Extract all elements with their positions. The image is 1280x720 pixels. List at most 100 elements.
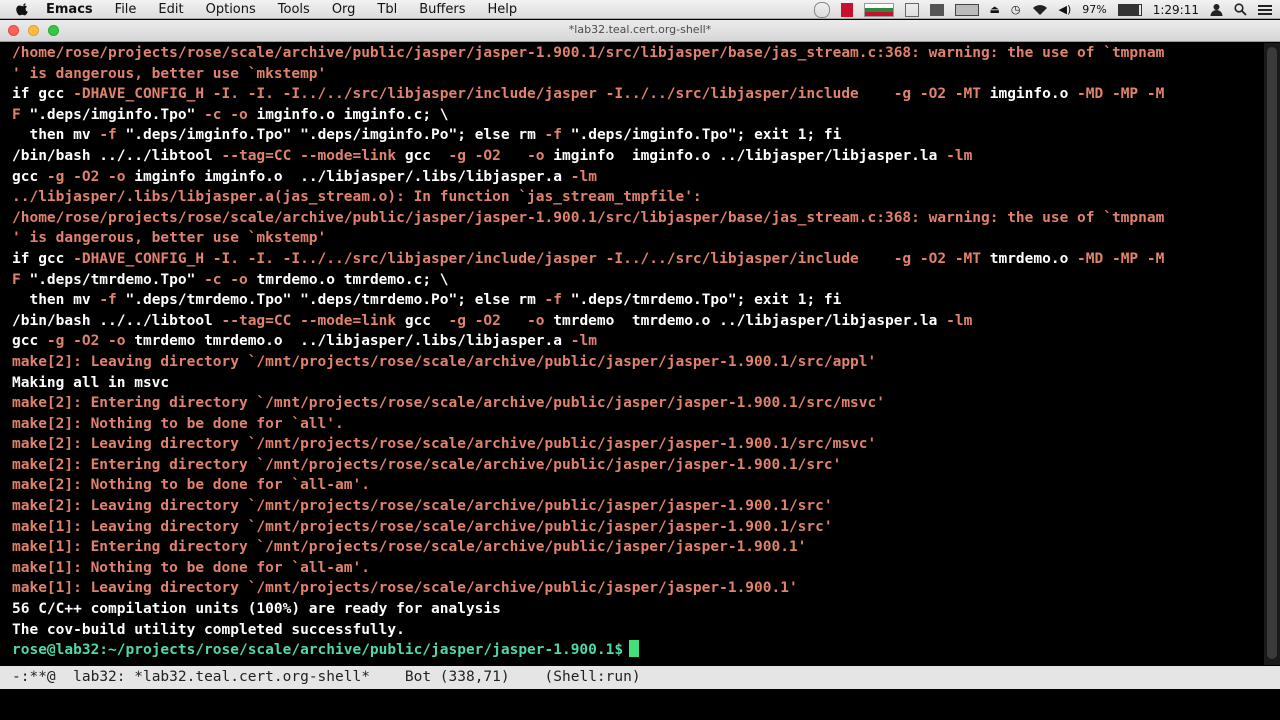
terminal-text: gcc [404, 147, 449, 164]
time-machine-icon[interactable]: ◷ [1011, 3, 1021, 16]
menu-edit[interactable]: Edit [158, 2, 183, 17]
terminal-line: if gcc -DHAVE_CONFIG_H -I. -I. -I../../s… [12, 84, 1264, 105]
terminal-line: /bin/bash ../../libtool --tag=CC --mode=… [12, 146, 1264, 167]
terminal-line: gcc -g -O2 -o tmrdemo tmrdemo.o ../libja… [12, 331, 1264, 352]
status-icon-1[interactable] [813, 1, 830, 18]
status-icon-3[interactable] [929, 3, 944, 16]
terminal-text: -DHAVE_CONFIG_H -I. -I. -I../../src/libj… [73, 250, 990, 267]
terminal-text: make[1]: Nothing to be done for `all-am'… [12, 559, 370, 576]
terminal-text: make[1]: Leaving directory `/mnt/project… [12, 518, 833, 535]
record-icon[interactable] [840, 2, 853, 17]
terminal-text: /bin/bash ../../libtool [12, 312, 222, 329]
apple-icon[interactable] [16, 2, 30, 16]
terminal-line: ../libjasper/.libs/libjasper.a(jas_strea… [12, 187, 1264, 208]
text-cursor [629, 640, 640, 658]
notification-center-icon[interactable] [1258, 4, 1272, 16]
status-icon-2[interactable] [904, 2, 919, 17]
menu-buffers[interactable]: Buffers [419, 2, 465, 17]
terminal-text: tmrdemo tmrdemo.o ../libjasper/.libs/lib… [134, 333, 571, 350]
terminal-text: -c -o [204, 271, 257, 288]
mode-line: -:**@ lab32: *lab32.teal.cert.org-shell*… [0, 666, 1280, 689]
minibuffer[interactable] [0, 689, 1280, 720]
terminal-text: then mv [12, 127, 100, 144]
terminal-text: if gcc [12, 250, 74, 267]
volume-icon[interactable]: ◀) [1059, 3, 1072, 16]
terminal-line: make[2]: Entering directory `/mnt/projec… [12, 455, 1264, 476]
terminal-text: ".deps/tmrdemo.Tpo"; exit 1; fi [570, 292, 842, 309]
search-icon[interactable] [1234, 3, 1247, 16]
terminal-line: then mv -f ".deps/imginfo.Tpo" ".deps/im… [12, 125, 1264, 146]
terminal-text: make[2]: Leaving directory `/mnt/project… [12, 436, 877, 453]
terminal-text: make[2]: Leaving directory `/mnt/project… [12, 498, 833, 515]
window-titlebar[interactable]: *lab32.teal.cert.org-shell* [0, 20, 1280, 42]
terminal-text: -g -O2 -o [46, 333, 135, 350]
terminal-text: gcc [12, 168, 47, 185]
terminal-text: -g -O2 -o [448, 312, 554, 329]
terminal-line: make[2]: Leaving directory `/mnt/project… [12, 434, 1264, 455]
terminal-line: F ".deps/imginfo.Tpo" -c -o imginfo.o im… [12, 105, 1264, 126]
terminal-text: ".deps/tmrdemo.Tpo" ".deps/tmrdemo.Po"; … [125, 292, 545, 309]
terminal-text: /home/rose/projects/rose/scale/archive/p… [12, 45, 1165, 61]
wifi-icon[interactable] [1032, 4, 1048, 16]
terminal-line: make[1]: Entering directory `/mnt/projec… [12, 537, 1264, 558]
menu-options[interactable]: Options [206, 2, 256, 17]
terminal-text: make[1]: Entering directory `/mnt/projec… [12, 539, 807, 556]
terminal-line: make[1]: Leaving directory `/mnt/project… [12, 578, 1264, 599]
terminal-text: Making all in msvc [12, 374, 170, 391]
terminal-text: gcc [404, 312, 449, 329]
terminal-line: F ".deps/tmrdemo.Tpo" -c -o tmrdemo.o tm… [12, 270, 1264, 291]
terminal-text: ../libjasper/.libs/libjasper.a(jas_strea… [12, 189, 702, 206]
battery-icon[interactable] [1117, 3, 1142, 16]
terminal-line: ' is dangerous, better use `mkstemp' [12, 64, 1264, 85]
modeline-mode: (Shell:run) [544, 669, 641, 685]
shell-prompt-line[interactable]: rose@lab32:~/projects/rose/scale/archive… [12, 640, 1264, 661]
terminal-text: tmrdemo.o [989, 250, 1078, 267]
menu-app-name[interactable]: Emacs [46, 2, 93, 17]
terminal-line: if gcc -DHAVE_CONFIG_H -I. -I. -I../../s… [12, 249, 1264, 270]
terminal-line: make[2]: Nothing to be done for `all'. [12, 414, 1264, 435]
terminal-line: make[2]: Entering directory `/mnt/projec… [12, 393, 1264, 414]
clock[interactable]: 1:29:11 [1153, 3, 1199, 17]
terminal-text: -f [544, 127, 571, 144]
terminal-line: make[1]: Nothing to be done for `all-am'… [12, 558, 1264, 579]
terminal-text: gcc [12, 333, 47, 350]
modeline-buffer-name: lab32: *lab32.teal.cert.org-shell* [73, 669, 370, 685]
status-menus: ⏏ ◷ ◀) 97% 1:29:11 [813, 0, 1272, 19]
terminal-line: then mv -f ".deps/tmrdemo.Tpo" ".deps/tm… [12, 290, 1264, 311]
terminal-line: Making all in msvc [12, 373, 1264, 394]
terminal-text: -MD -MP -M [1077, 250, 1165, 267]
scrollbar-thumb[interactable] [1267, 47, 1277, 659]
eject-icon[interactable]: ⏏ [990, 3, 1000, 16]
terminal-text: The cov-build utility completed successf… [12, 621, 405, 638]
terminal-text: ".deps/imginfo.Tpo" [29, 106, 205, 123]
terminal-text: /bin/bash ../../libtool [12, 147, 222, 164]
terminal-text: imginfo imginfo.o ../libjasper/.libs/lib… [134, 168, 571, 185]
flag-icon[interactable] [863, 2, 894, 17]
terminal-text: 56 C/C++ compilation units (100%) are re… [12, 601, 501, 618]
menu-tools[interactable]: Tools [278, 2, 310, 17]
terminal-text: -f [544, 292, 571, 309]
scrollbar[interactable] [1264, 43, 1280, 665]
shell-buffer[interactable]: /home/rose/projects/rose/scale/archive/p… [0, 43, 1264, 665]
status-icon-4[interactable] [954, 3, 979, 16]
terminal-line: /home/rose/projects/rose/scale/archive/p… [12, 208, 1264, 229]
menu-tbl[interactable]: Tbl [377, 2, 397, 17]
menu-org[interactable]: Org [332, 2, 356, 17]
user-icon[interactable] [1210, 3, 1223, 16]
terminal-text: make[2]: Nothing to be done for `all-am'… [12, 477, 370, 494]
terminal-text: tmrdemo.o tmrdemo.c; \ [256, 271, 449, 288]
terminal-text: imginfo imginfo.o ../libjasper/libjasper… [553, 147, 947, 164]
menu-file[interactable]: File [115, 2, 137, 17]
terminal-line: make[2]: Nothing to be done for `all-am'… [12, 475, 1264, 496]
terminal-text: -DHAVE_CONFIG_H -I. -I. -I../../src/libj… [73, 86, 990, 103]
terminal-line: make[2]: Leaving directory `/mnt/project… [12, 496, 1264, 517]
terminal-text: imginfo.o imginfo.c; \ [256, 106, 449, 123]
terminal-text: -f [99, 127, 126, 144]
battery-percent: 97% [1082, 3, 1107, 16]
terminal-text: ' is dangerous, better use `mkstemp' [12, 230, 327, 247]
terminal-text: /home/rose/projects/rose/scale/archive/p… [12, 209, 1165, 226]
terminal-text: ".deps/imginfo.Tpo"; exit 1; fi [570, 127, 842, 144]
menu-help[interactable]: Help [487, 2, 517, 17]
shell-output: /home/rose/projects/rose/scale/archive/p… [12, 43, 1264, 640]
terminal-line: gcc -g -O2 -o imginfo imginfo.o ../libja… [12, 167, 1264, 188]
